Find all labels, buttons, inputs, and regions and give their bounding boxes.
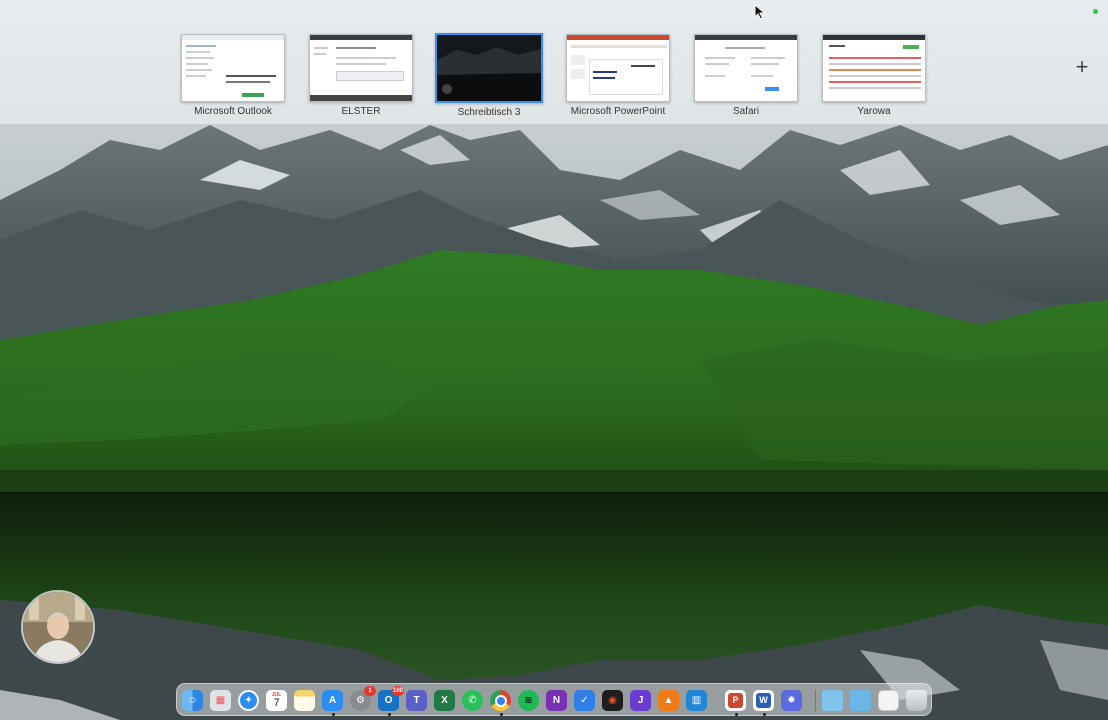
space-yarowa[interactable]: Yarowa: [822, 34, 926, 117]
chrome-icon[interactable]: [490, 690, 511, 711]
document-icon[interactable]: [878, 690, 899, 711]
trello-icon[interactable]: ▥: [686, 690, 707, 711]
gear-icon[interactable]: ✹: [781, 690, 802, 711]
calendar-day: 7: [273, 697, 280, 709]
powerpoint-icon[interactable]: P: [725, 690, 746, 711]
add-space-button[interactable]: +: [1072, 56, 1092, 78]
space-label: Microsoft PowerPoint: [570, 106, 666, 117]
dock-separator: [815, 690, 816, 711]
space-thumbnail[interactable]: [435, 33, 543, 103]
word-icon[interactable]: W: [753, 690, 774, 711]
space-thumbnail[interactable]: [694, 34, 798, 102]
space-thumbnail[interactable]: [822, 34, 926, 102]
figma-icon[interactable]: ◉: [602, 690, 623, 711]
joplin-icon[interactable]: J: [630, 690, 651, 711]
folder-icon[interactable]: [822, 690, 843, 711]
outlook-icon[interactable]: O 100: [378, 686, 404, 711]
notes-icon[interactable]: [294, 690, 315, 711]
webcam-avatar: [21, 590, 95, 664]
calendar-icon[interactable]: JUL 7: [266, 690, 287, 711]
space-thumbnail[interactable]: [181, 34, 285, 102]
space-elster[interactable]: ELSTER: [309, 34, 413, 117]
teams-icon[interactable]: T: [406, 690, 427, 711]
launchpad-icon[interactable]: ▦: [210, 690, 231, 711]
folder-icon[interactable]: [850, 690, 871, 711]
recording-indicator: [1093, 9, 1098, 14]
space-label: Schreibtisch 3: [457, 107, 521, 118]
outlook-badge: 100: [391, 686, 404, 696]
space-label: Safari: [732, 106, 760, 117]
space-label: Yarowa: [857, 106, 891, 117]
space-label: ELSTER: [341, 106, 381, 117]
trash-icon[interactable]: [906, 690, 927, 711]
app-store-icon[interactable]: A: [322, 690, 343, 711]
mouse-cursor-icon: [754, 4, 766, 20]
safari-icon[interactable]: ✦: [238, 690, 259, 711]
settings-badge: 1: [364, 686, 376, 696]
onenote-icon[interactable]: N: [546, 690, 567, 711]
shapes-app-icon[interactable]: ▲: [658, 690, 679, 711]
excel-icon[interactable]: X: [434, 690, 455, 711]
space-label: Microsoft Outlook: [194, 106, 272, 117]
space-microsoft-outlook[interactable]: Microsoft Outlook: [181, 34, 285, 117]
dock: ☺ ▦ ✦ JUL 7 A ⚙ 1 O 100 T X ✆ ≋ N ✓ ◉ J ▲ …: [176, 683, 932, 716]
space-schreibtisch-3[interactable]: Schreibtisch 3: [435, 33, 543, 118]
space-thumbnail[interactable]: [566, 34, 670, 102]
space-safari[interactable]: Safari: [694, 34, 798, 117]
space-thumbnail[interactable]: [309, 34, 413, 102]
spaces-bar: Microsoft Outlook ELSTER Schreibtisch 3: [0, 0, 1108, 124]
whatsapp-icon[interactable]: ✆: [462, 690, 483, 711]
system-settings-icon[interactable]: ⚙ 1: [350, 686, 376, 711]
spotify-icon[interactable]: ≋: [518, 690, 539, 711]
todo-icon[interactable]: ✓: [574, 690, 595, 711]
finder-icon[interactable]: ☺: [182, 690, 203, 711]
space-microsoft-powerpoint[interactable]: Microsoft PowerPoint: [566, 34, 670, 117]
